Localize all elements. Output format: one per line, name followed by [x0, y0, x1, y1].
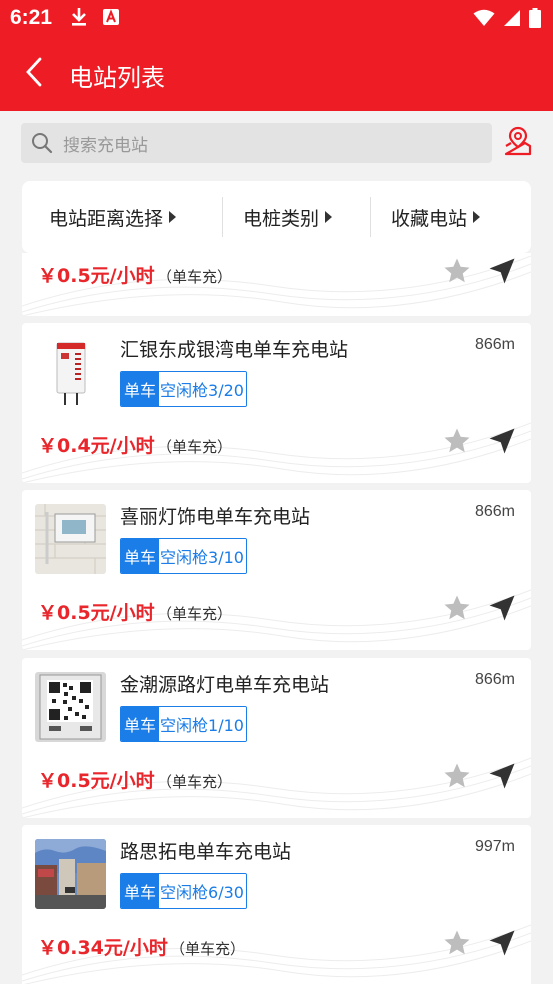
app-bar: 电站列表 — [0, 38, 553, 111]
price: ￥0.4元/小时 — [38, 435, 155, 457]
back-arrow-icon — [25, 57, 43, 91]
filter-pile-type[interactable]: 电桩类别 — [223, 181, 370, 253]
star-icon — [442, 593, 472, 627]
availability-tag: 单车 空闲枪3/20 — [120, 371, 247, 407]
star-icon — [442, 761, 472, 795]
status-time: 6:21 — [10, 6, 53, 29]
triangle-right-icon — [473, 211, 481, 223]
navigate-button[interactable] — [486, 762, 518, 794]
font-a-icon — [102, 8, 120, 30]
navigate-button[interactable] — [486, 594, 518, 626]
charging-box-photo — [35, 337, 106, 407]
navigation-icon — [487, 426, 517, 460]
wifi-icon — [473, 9, 495, 31]
favorite-button[interactable] — [441, 762, 473, 794]
station-card[interactable]: 路思拓电单车充电站 997m 单车 空闲枪6/30 ￥0.34元/小时 （单车充… — [22, 825, 531, 984]
station-card[interactable]: 金潮源路灯电单车充电站 866m 单车 空闲枪1/10 ￥0.5元/小时 （单车… — [22, 658, 531, 818]
qr-code-photo — [35, 672, 106, 742]
navigation-icon — [487, 928, 517, 962]
favorite-button[interactable] — [441, 929, 473, 961]
price-note: （单车充） — [170, 940, 246, 958]
station-card[interactable]: ￥0.5元/小时 （单车充） — [22, 253, 531, 316]
download-icon — [70, 7, 88, 31]
vehicle-type-label: 单车 — [121, 372, 160, 406]
station-distance: 866m — [474, 503, 515, 520]
search-placeholder: 搜索充电站 — [63, 135, 148, 156]
price-note: （单车充） — [157, 268, 233, 286]
battery-icon — [529, 8, 541, 32]
status-bar: 6:21 — [0, 0, 553, 38]
search-input[interactable]: 搜索充电站 — [21, 123, 492, 163]
vehicle-type-label: 单车 — [121, 874, 160, 908]
price: ￥0.5元/小时 — [38, 602, 155, 624]
station-distance: 866m — [474, 671, 515, 688]
price: ￥0.5元/小时 — [38, 770, 155, 792]
station-card[interactable]: 喜丽灯饰电单车充电站 866m 单车 空闲枪3/10 ￥0.5元/小时 （单车充… — [22, 490, 531, 650]
vehicle-type-label: 单车 — [121, 539, 160, 573]
price-note: （单车充） — [157, 773, 233, 791]
navigate-button[interactable] — [486, 257, 518, 289]
navigation-icon — [487, 256, 517, 290]
favorite-button[interactable] — [441, 427, 473, 459]
street-photo — [35, 839, 106, 909]
station-name: 汇银东成银湾电单车充电站 — [120, 339, 349, 361]
filter-label: 电站距离选择 — [49, 207, 164, 230]
station-distance: 997m — [474, 838, 515, 855]
free-guns-label: 空闲枪3/10 — [159, 539, 246, 573]
free-guns-label: 空闲枪3/20 — [159, 372, 246, 406]
station-name: 路思拓电单车充电站 — [120, 841, 292, 863]
filter-label: 电桩类别 — [243, 207, 320, 230]
station-name: 金潮源路灯电单车充电站 — [120, 674, 330, 696]
filter-favorites[interactable]: 收藏电站 — [371, 181, 511, 253]
navigate-button[interactable] — [486, 929, 518, 961]
triangle-right-icon — [169, 211, 177, 223]
price-note: （单车充） — [157, 605, 233, 623]
map-location-button[interactable] — [502, 126, 534, 160]
availability-tag: 单车 空闲枪6/30 — [120, 873, 247, 909]
price-note: （单车充） — [157, 438, 233, 456]
navigation-icon — [487, 593, 517, 627]
star-icon — [442, 426, 472, 460]
page-title: 电站列表 — [69, 64, 165, 92]
free-guns-label: 空闲枪1/10 — [159, 707, 246, 741]
back-button[interactable] — [18, 57, 50, 91]
price: ￥0.34元/小时 — [38, 937, 168, 959]
free-guns-label: 空闲枪6/30 — [159, 874, 246, 908]
favorite-button[interactable] — [441, 257, 473, 289]
availability-tag: 单车 空闲枪1/10 — [120, 706, 247, 742]
station-list: ￥0.5元/小时 （单车充） 汇银东成银湾电单车充电站 866m 单车 空闲枪3… — [0, 253, 553, 984]
star-icon — [442, 256, 472, 290]
favorite-button[interactable] — [441, 594, 473, 626]
station-card[interactable]: 汇银东成银湾电单车充电站 866m 单车 空闲枪3/20 ￥0.4元/小时 （单… — [22, 323, 531, 483]
search-icon — [31, 132, 53, 154]
signal-icon — [503, 9, 521, 31]
filter-bar: 电站距离选择 电桩类别 收藏电站 — [22, 181, 531, 253]
station-distance: 866m — [474, 336, 515, 353]
station-name: 喜丽灯饰电单车充电站 — [120, 506, 311, 528]
vehicle-type-label: 单车 — [121, 707, 160, 741]
triangle-right-icon — [325, 211, 333, 223]
filter-label: 收藏电站 — [391, 207, 468, 230]
map-location-icon — [503, 126, 533, 160]
availability-tag: 单车 空闲枪3/10 — [120, 538, 247, 574]
navigation-icon — [487, 761, 517, 795]
filter-distance[interactable]: 电站距离选择 — [22, 181, 222, 253]
wall-box-photo — [35, 504, 106, 574]
price: ￥0.5元/小时 — [38, 265, 155, 287]
navigate-button[interactable] — [486, 427, 518, 459]
star-icon — [442, 928, 472, 962]
